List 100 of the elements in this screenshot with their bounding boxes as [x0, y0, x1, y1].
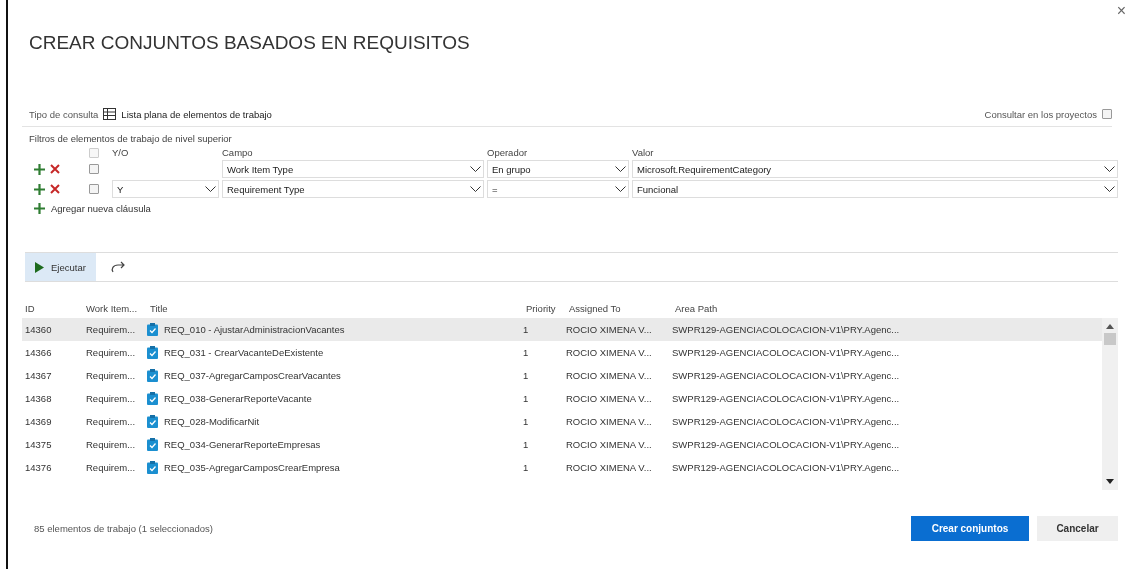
table-cell-text: SWPR129-AGENCIACOLOCACION-V1\PRY.Agenc... [671, 439, 901, 450]
table-cell-text: Requirem... [85, 462, 137, 473]
column-header[interactable]: Work Item... [83, 302, 147, 314]
table-row[interactable]: 14367 Requirem... REQ_037-AgregarCamposCrearVacantes 1 ROCIO XIMENA V... SWPR129-AGENCIACOLOCACION-V1\PRY.Agenc... [22, 364, 1102, 387]
table-cell-text: 1 [522, 416, 530, 427]
value-dropdown[interactable]: Microsoft.RequirementCategory [632, 160, 1118, 178]
table-cell-text: 14368 [24, 393, 53, 404]
table-cell-text: Requirem... [85, 393, 137, 404]
table-cell-text: Requirem... [85, 370, 137, 381]
table-cell: REQ_031 - CrearVacanteDeExistente [164, 347, 324, 358]
table-cell-text: SWPR129-AGENCIACOLOCACION-V1\PRY.Agenc... [671, 462, 901, 473]
column-header[interactable]: Title [147, 302, 523, 314]
table-row[interactable]: 14360 Requirem... REQ_010 - AjustarAdministracionVacantes 1 ROCIO XIMENA V... SWPR129-AGENCIACOLOCACION-V1\PRY.Agenc... [22, 318, 1102, 341]
clipboard-icon [147, 369, 158, 382]
and-or-dropdown[interactable]: Y [112, 180, 219, 198]
redo-icon[interactable] [109, 261, 126, 273]
table-cell: REQ_037-AgregarCamposCrearVacantes [164, 370, 341, 381]
column-header[interactable]: Priority [523, 302, 566, 314]
table-cell-text: 14376 [24, 462, 53, 473]
field-dropdown[interactable]: Work Item Type [222, 160, 484, 178]
delete-icon[interactable] [50, 164, 60, 174]
table-cell: REQ_034-GenerarReporteEmpresas [164, 439, 321, 450]
table-cell-text: ROCIO XIMENA V... [565, 347, 653, 358]
table-cell-text: 14369 [24, 416, 53, 427]
delete-icon[interactable] [50, 184, 60, 194]
add-icon[interactable] [34, 203, 45, 214]
column-header[interactable]: Assigned To [566, 302, 672, 314]
table-cell-text: ROCIO XIMENA V... [565, 462, 653, 473]
field-dropdown[interactable]: Requirement Type [222, 180, 484, 198]
table-row[interactable]: 14375 Requirem... REQ_034-GenerarReporteEmpresas 1 ROCIO XIMENA V... SWPR129-AGENCIACOLOCACION-V1\PRY.Agenc... [22, 433, 1102, 456]
table-cell-text: 1 [522, 462, 530, 473]
table-cell: REQ_038-GenerarReporteVacante [164, 393, 312, 404]
table-cell-text: 1 [522, 347, 530, 358]
chevron-down-icon [470, 185, 481, 193]
table-row[interactable]: 14368 Requirem... REQ_038-GenerarReporteVacante 1 ROCIO XIMENA V... SWPR129-AGENCIACOLOCACION-V1\PRY.Agenc... [22, 387, 1102, 410]
table-cell: REQ_010 - AjustarAdministracionVacantes [164, 324, 345, 335]
table-cell-text: SWPR129-AGENCIACOLOCACION-V1\PRY.Agenc... [671, 324, 901, 335]
operator-dropdown[interactable]: = [487, 180, 629, 198]
column-header: Y/O [112, 147, 130, 158]
checkbox[interactable] [89, 184, 99, 194]
play-icon [35, 261, 44, 273]
table-row[interactable]: 14366 Requirem... REQ_031 - CrearVacanteDeExistente 1 ROCIO XIMENA V... SWPR129-AGENCIACOLOCACION-V1\PRY.Agenc... [22, 341, 1102, 364]
cancel-button[interactable]: Cancelar [1037, 516, 1118, 541]
checkbox[interactable] [89, 164, 99, 174]
table-cell-text: SWPR129-AGENCIACOLOCACION-V1\PRY.Agenc... [671, 393, 901, 404]
value-dropdown[interactable]: Funcional [632, 180, 1118, 198]
table-cell-text: Requirem... [85, 416, 137, 427]
run-button[interactable]: Ejecutar [25, 253, 96, 281]
table-cell-text: ROCIO XIMENA V... [565, 416, 653, 427]
checkbox[interactable] [1102, 109, 1112, 119]
column-header: Campo [222, 147, 254, 158]
clipboard-icon [147, 392, 158, 405]
close-button[interactable]: × [1116, 2, 1126, 20]
table-cell-text: 1 [522, 439, 530, 450]
operator-dropdown[interactable]: En grupo [487, 160, 629, 178]
table-cell: REQ_035-AgregarCamposCrearEmpresa [164, 462, 340, 473]
query-type-value[interactable]: Lista plana de elementos de trabajo [121, 108, 272, 120]
table-cell-text: SWPR129-AGENCIACOLOCACION-V1\PRY.Agenc... [671, 347, 901, 358]
column-header: Operador [487, 147, 529, 158]
clipboard-icon [147, 346, 158, 359]
add-icon[interactable] [34, 163, 45, 175]
table-row[interactable]: 14369 Requirem... REQ_028-ModificarNit 1 ROCIO XIMENA V... SWPR129-AGENCIACOLOCACION-V1\PRY.Agenc... [22, 410, 1102, 433]
clipboard-icon [147, 323, 158, 336]
chevron-down-icon [1104, 165, 1115, 173]
table-cell-text: SWPR129-AGENCIACOLOCACION-V1\PRY.Agenc... [671, 370, 901, 381]
table-cell-text: 1 [522, 324, 530, 335]
add-icon[interactable] [34, 183, 45, 195]
table-cell-text: ROCIO XIMENA V... [565, 324, 653, 335]
scrollbar-thumb[interactable] [1104, 333, 1116, 345]
table-cell-text: Requirem... [85, 439, 137, 450]
table-cell-text: 14360 [24, 324, 53, 335]
chevron-down-icon [615, 185, 626, 193]
table-cell-text: Requirem... [85, 347, 137, 358]
clipboard-icon [147, 461, 158, 474]
filters-label: Filtros de elementos de trabajo de nivel superior [28, 132, 233, 144]
dialog-title: CREAR CONJUNTOS BASADOS EN REQUISITOS [29, 32, 471, 54]
query-type-label: Tipo de consulta [29, 108, 99, 120]
table-cell-text: ROCIO XIMENA V... [565, 393, 653, 404]
table-row[interactable]: 14376 Requirem... REQ_035-AgregarCamposCrearEmpresa 1 ROCIO XIMENA V... SWPR129-AGENCIACOLOCACION-V1\PRY.Agenc... [22, 456, 1102, 479]
table-cell-text: 14366 [24, 347, 53, 358]
chevron-down-icon [470, 165, 481, 173]
chevron-down-icon [205, 185, 216, 193]
add-clause-link[interactable]: Agregar nueva cláusula [51, 203, 151, 214]
create-button[interactable]: Crear conjuntos [911, 516, 1029, 541]
table-cell: REQ_028-ModificarNit [164, 416, 260, 427]
status-text: 85 elementos de trabajo (1 seleccionados) [34, 523, 214, 534]
table-cell-text: 1 [522, 370, 530, 381]
scroll-down-icon[interactable] [1106, 479, 1114, 484]
table-icon [103, 108, 117, 120]
cross-project-label: Consultar en los proyectos [984, 108, 1097, 120]
column-header[interactable]: ID [22, 302, 83, 314]
column-header: Valor [632, 147, 655, 158]
clipboard-icon [147, 415, 158, 428]
table-cell-text: 14367 [24, 370, 53, 381]
chevron-down-icon [615, 165, 626, 173]
table-cell-text: 1 [522, 393, 530, 404]
table-cell-text: Requirem... [85, 324, 137, 335]
scrollbar[interactable] [1102, 318, 1118, 490]
scroll-up-icon[interactable] [1106, 324, 1114, 329]
column-header[interactable]: Area Path [672, 302, 975, 314]
